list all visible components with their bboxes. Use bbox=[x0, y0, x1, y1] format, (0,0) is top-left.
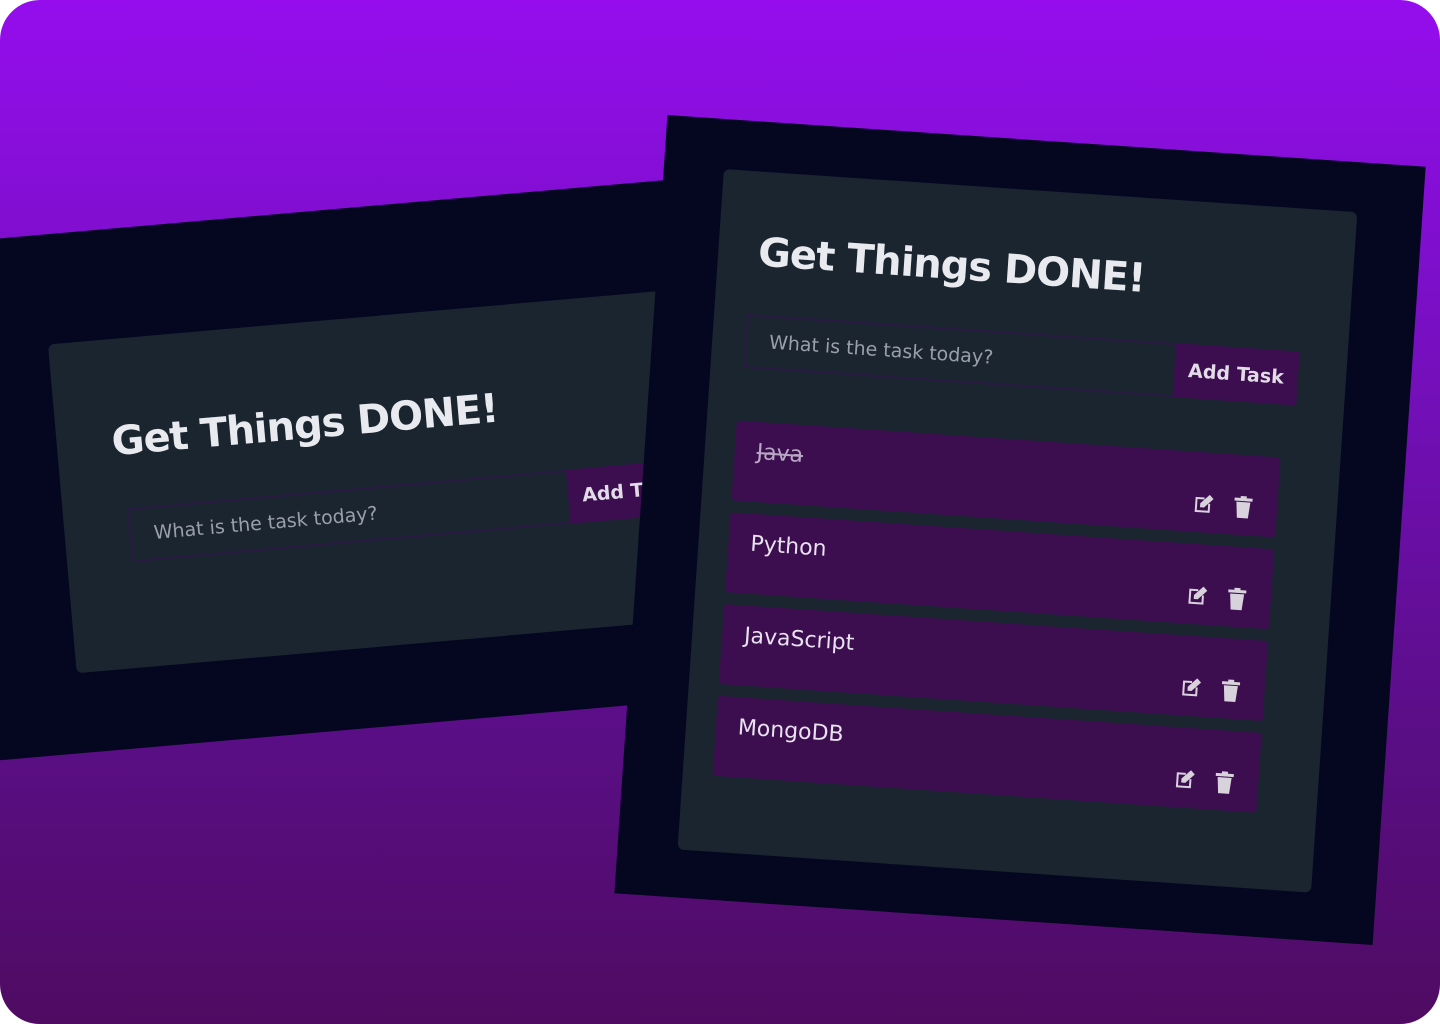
task-actions bbox=[1172, 767, 1237, 795]
task-form: Add Task bbox=[743, 313, 1300, 406]
task-actions bbox=[1178, 675, 1243, 703]
page-title: Get Things DONE! bbox=[109, 385, 500, 466]
task-input[interactable] bbox=[743, 313, 1177, 398]
left-app-frame: Get Things DONE! Add Task bbox=[0, 179, 725, 761]
edit-icon[interactable] bbox=[1178, 675, 1204, 701]
right-app-frame: Get Things DONE! Add Task Java bbox=[614, 115, 1426, 945]
edit-icon[interactable] bbox=[1184, 583, 1210, 609]
task-name[interactable]: Java bbox=[756, 440, 804, 468]
task-actions bbox=[1190, 492, 1255, 520]
edit-icon[interactable] bbox=[1190, 492, 1216, 518]
task-name[interactable]: JavaScript bbox=[743, 624, 855, 656]
trash-icon[interactable] bbox=[1230, 494, 1256, 520]
trash-icon[interactable] bbox=[1224, 586, 1250, 612]
task-name[interactable]: Python bbox=[750, 532, 828, 562]
edit-icon[interactable] bbox=[1172, 767, 1198, 793]
task-actions bbox=[1184, 583, 1249, 611]
showcase-background: Get Things DONE! Add Task Get Things DON… bbox=[0, 0, 1440, 1024]
right-app-card: Get Things DONE! Add Task Java bbox=[677, 169, 1358, 893]
task-name[interactable]: MongoDB bbox=[737, 715, 844, 747]
add-task-button[interactable]: Add Task bbox=[1172, 343, 1300, 406]
task-input[interactable] bbox=[127, 469, 571, 563]
task-form: Add Task bbox=[127, 459, 694, 563]
trash-icon[interactable] bbox=[1212, 770, 1238, 796]
left-app-card: Get Things DONE! Add Task bbox=[47, 287, 725, 674]
task-list: Java Python JavaScript MongoDB bbox=[712, 420, 1281, 824]
trash-icon[interactable] bbox=[1218, 678, 1244, 704]
page-title: Get Things DONE! bbox=[756, 229, 1147, 302]
